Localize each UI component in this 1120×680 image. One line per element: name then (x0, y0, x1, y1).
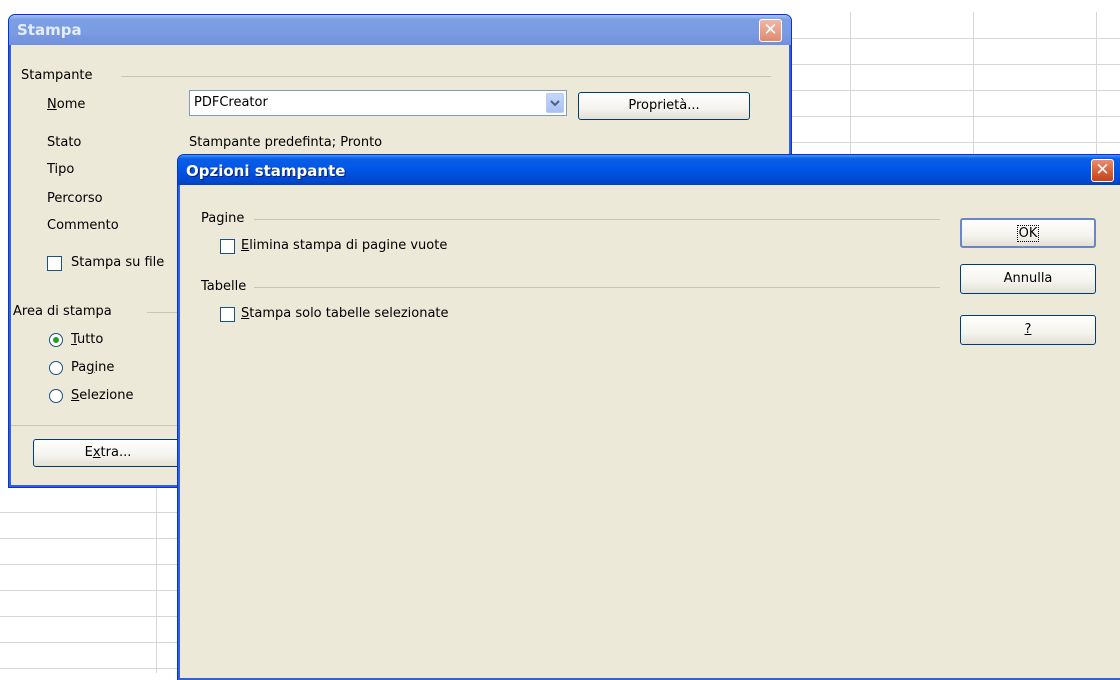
help-button[interactable]: ? (960, 315, 1096, 345)
print-to-file-label: Stampa su file (71, 255, 165, 270)
printer-options-titlebar[interactable]: Opzioni stampante ✕ (178, 155, 1120, 185)
printer-name-value: PDFCreator (194, 95, 268, 110)
radio-selection-label: Selezione (71, 388, 134, 403)
radio-pages-label: Pagine (71, 360, 115, 375)
extra-button[interactable]: Extra... (33, 439, 183, 467)
ok-button-label: OK (1016, 225, 1040, 242)
name-label: Nome (47, 97, 86, 112)
selected-sheets-checkbox[interactable] (220, 307, 235, 322)
skip-blank-pages-label: Elimina stampa di pagine vuote (241, 238, 448, 253)
pages-group-label: Pagine (201, 211, 245, 226)
printer-group-divider (121, 76, 771, 77)
close-icon[interactable]: ✕ (1091, 159, 1114, 182)
print-area-group-divider (147, 312, 177, 313)
print-to-file-checkbox[interactable] (47, 256, 62, 271)
printer-name-select[interactable]: PDFCreator (189, 90, 567, 116)
cancel-button[interactable]: Annulla (960, 264, 1096, 294)
path-label: Percorso (47, 191, 103, 206)
properties-button-label: Proprietà... (628, 98, 700, 113)
properties-button[interactable]: Proprietà... (578, 92, 750, 120)
pages-group-divider (254, 219, 940, 220)
type-label: Tipo (47, 162, 75, 177)
printer-options-title: Opzioni stampante (186, 162, 346, 180)
ok-button[interactable]: OK (960, 218, 1096, 248)
chevron-down-icon[interactable] (546, 93, 564, 113)
print-dialog-titlebar[interactable]: Stampa ✕ (9, 15, 791, 45)
print-area-group-label: Area di stampa (13, 304, 112, 319)
cancel-button-label: Annulla (1003, 271, 1053, 286)
selected-sheets-label: Stampa solo tabelle selezionate (241, 306, 449, 321)
radio-all[interactable] (49, 333, 63, 347)
radio-all-label: Tutto (71, 332, 104, 347)
bottom-divider (11, 425, 181, 426)
radio-pages[interactable] (49, 361, 63, 375)
help-button-label: ? (1024, 322, 1032, 337)
print-dialog-title: Stampa (17, 21, 82, 39)
comment-label: Commento (47, 218, 119, 233)
tables-group-divider (254, 287, 940, 288)
status-label: Stato (47, 135, 82, 150)
printer-group-label: Stampante (21, 68, 93, 83)
printer-options-dialog: Opzioni stampante ✕ Pagine Elimina stamp… (177, 154, 1120, 680)
close-icon[interactable]: ✕ (759, 19, 782, 42)
skip-blank-pages-checkbox[interactable] (220, 239, 235, 254)
status-value: Stampante predefinta; Pronto (189, 135, 383, 150)
extra-button-label: Extra... (84, 445, 132, 460)
radio-selection[interactable] (49, 389, 63, 403)
tables-group-label: Tabelle (201, 279, 247, 294)
